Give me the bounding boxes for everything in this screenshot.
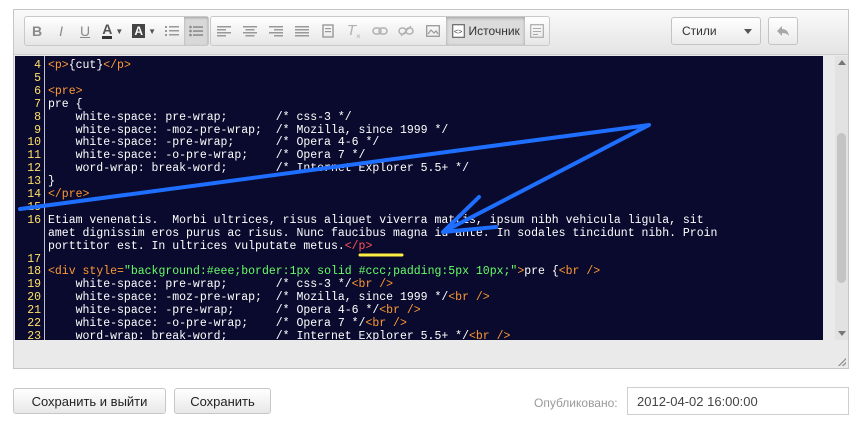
code-line: amet dignissim eros purus ac risus. Nunc…	[15, 226, 823, 241]
line-number: 8	[34, 110, 41, 124]
numbered-list-button[interactable]	[160, 17, 184, 45]
text-color-icon: A	[102, 21, 113, 39]
code-text: <p>{cut}</p>	[48, 59, 131, 72]
unlink-icon	[397, 25, 414, 37]
code-line: 22 white-space: -o-pre-wrap; /* Opera 7 …	[15, 317, 823, 331]
line-number: 5	[34, 71, 41, 85]
source-label: Источник	[468, 24, 520, 38]
source-icon: <>	[451, 24, 465, 38]
italic-icon: I	[59, 23, 63, 39]
code-text: white-space: -o-pre-wrap; /* Opera 7 */<…	[48, 317, 407, 330]
line-number: 15	[27, 200, 41, 214]
save-and-exit-button[interactable]: Сохранить и выйти	[13, 388, 166, 414]
numbered-list-icon	[164, 26, 179, 36]
bullet-list-icon	[189, 25, 203, 37]
code-text: <pre>	[48, 84, 83, 98]
code-line: 15	[15, 200, 823, 215]
line-number: 14	[27, 188, 41, 201]
code-line: porttitor est. In ultrices vulputate met…	[15, 239, 823, 254]
format-group: B I U A ▼ A ▼	[24, 16, 209, 46]
resize-grip-icon[interactable]	[838, 358, 846, 366]
code-text: porttitor est. In ultrices vulputate met…	[48, 239, 373, 253]
save-button[interactable]: Сохранить	[174, 388, 271, 414]
line-number: 16	[27, 213, 41, 227]
chevron-down-icon	[744, 29, 752, 34]
code-line: 23 word-wrap: break-word; /* Internet Ex…	[15, 329, 823, 340]
bold-icon: B	[31, 23, 43, 39]
bullet-list-button[interactable]	[183, 17, 208, 45]
code-text: pre {	[48, 97, 83, 111]
align-right-icon	[268, 26, 283, 37]
align-center-icon	[242, 26, 257, 37]
bg-color-button[interactable]: A ▼	[129, 17, 160, 45]
code-line: 5	[15, 71, 823, 86]
undo-button[interactable]	[768, 17, 798, 45]
link-icon	[371, 27, 388, 35]
code-line: 13}	[15, 175, 823, 189]
image-icon	[425, 25, 440, 37]
italic-button[interactable]: I	[49, 17, 73, 45]
bg-color-icon: A	[132, 24, 146, 38]
code-text: word-wrap: break-word; /* Internet Explo…	[48, 162, 469, 176]
styles-dropdown[interactable]: Стили	[671, 17, 761, 45]
code-line: 4 <p>{cut}</p>	[15, 59, 823, 73]
code-line: 14 </pre>	[15, 188, 823, 202]
align-justify-icon	[294, 26, 309, 37]
align-center-button[interactable]	[237, 17, 263, 45]
code-text: white-space: pre-wrap; /* css-3 */	[48, 110, 352, 124]
scrollbar-thumb[interactable]	[837, 133, 846, 283]
code-line: 8 white-space: pre-wrap; /* css-3 */	[15, 110, 823, 125]
code-line: 12 word-wrap: break-word; /* Internet Ex…	[15, 162, 823, 176]
published-date-input[interactable]	[627, 387, 849, 415]
code-line: 6 <pre>	[15, 84, 823, 99]
align-right-button[interactable]	[263, 17, 289, 45]
line-number: 23	[27, 329, 41, 340]
code-text: word-wrap: break-word; /* Internet Explo…	[48, 329, 511, 340]
vertical-scrollbar[interactable]	[835, 56, 848, 340]
image-button[interactable]	[419, 17, 447, 45]
scroll-down-icon[interactable]	[838, 331, 846, 336]
code-text: amet dignissim eros purus ac risus. Nunc…	[48, 226, 718, 240]
align-justify-button[interactable]	[289, 17, 315, 45]
underline-button[interactable]: U	[73, 17, 97, 45]
line-number: 4	[34, 59, 41, 72]
text-color-button[interactable]: A ▼	[97, 17, 128, 45]
source-code-area[interactable]: 4 <p>{cut}</p> 5 6 <pre> 7 pre {8 white-space:…	[15, 56, 823, 340]
svg-text:<>: <>	[454, 29, 462, 36]
chevron-down-icon: ▼	[115, 26, 124, 36]
align-group: T× <> Источник	[210, 16, 550, 46]
paste-word-icon	[322, 24, 334, 38]
code-line: 7 pre {	[15, 97, 823, 112]
link-button[interactable]	[367, 17, 393, 45]
chevron-down-icon: ▼	[148, 26, 157, 36]
source-button[interactable]: <> Источник	[446, 17, 525, 45]
align-left-icon	[216, 26, 231, 37]
remove-format-button[interactable]: T×	[341, 17, 367, 45]
editor-toolbar: B I U A ▼ A ▼ T× <> Источник Стили	[14, 10, 848, 55]
underline-icon: U	[80, 23, 91, 39]
undo-icon	[777, 26, 789, 36]
html-editor: B I U A ▼ A ▼ T× <> Источник Стили 4 <p>…	[13, 9, 849, 369]
scroll-up-icon[interactable]	[838, 60, 846, 65]
line-number: 22	[27, 317, 41, 330]
preview-icon	[530, 24, 544, 38]
line-number: 7	[34, 97, 41, 111]
code-text: </pre>	[48, 188, 90, 201]
remove-format-icon: T×	[346, 21, 361, 41]
unlink-button[interactable]	[393, 17, 419, 45]
line-number: 6	[34, 84, 41, 98]
published-label: Опубликовано:	[534, 396, 618, 410]
code-text: Etiam venenatis. Morbi ultrices, risus a…	[48, 213, 704, 227]
styles-label: Стили	[682, 24, 717, 38]
bold-button[interactable]: B	[25, 17, 49, 45]
paste-word-button[interactable]	[315, 17, 341, 45]
code-line: 16 Etiam venenatis. Morbi ultrices, risus…	[15, 213, 823, 228]
align-left-button[interactable]	[211, 17, 237, 45]
preview-button[interactable]	[525, 17, 549, 45]
